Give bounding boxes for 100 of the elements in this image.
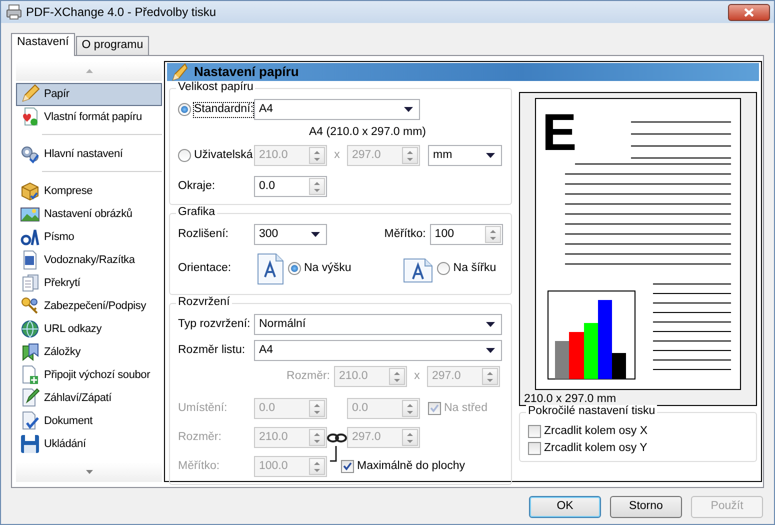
sidebar-item-label: Zabezpečení/Podpisy: [44, 300, 146, 313]
sidebar-item-label: Vodoznaky/Razítka: [44, 254, 135, 267]
sidebar-item[interactable]: Připojit výchozí soubor: [16, 364, 162, 387]
field-label: Měřítko:: [384, 228, 426, 242]
field-label: Rozměr:: [286, 370, 330, 384]
spin-button[interactable]: [309, 429, 325, 446]
radio-button[interactable]: [437, 262, 450, 276]
sidebar-item[interactable]: Papír: [16, 82, 162, 106]
sidebar-item-label: URL odkazy: [44, 322, 102, 336]
field-label: Typ rozvržení:: [178, 318, 252, 332]
link-bracket-line: [330, 446, 337, 462]
sidebar-item[interactable]: Nastavení obrázků: [16, 202, 162, 226]
radio-label[interactable]: Na výšku: [304, 262, 352, 276]
dialog-button[interactable]: Storno: [610, 496, 682, 518]
caret-up-icon: [86, 68, 92, 73]
spin-button[interactable]: [482, 368, 498, 386]
portrait-page-icon: [256, 252, 284, 285]
sidebar-item-label: Záhlaví/Zápatí: [44, 392, 112, 405]
sidebar-item-label: Dokument: [44, 414, 93, 428]
sidebar-item[interactable]: Komprese: [16, 180, 162, 203]
pencil-icon: [20, 84, 40, 104]
field-label: Rozlišení:: [178, 228, 230, 242]
sidebar-item-label: Překrytí: [44, 276, 80, 290]
spin-button[interactable]: [402, 429, 418, 446]
gears-icon: [20, 144, 40, 164]
font-icon: [20, 227, 40, 248]
pages-icon: [20, 273, 40, 294]
bookmark-icon: [20, 342, 40, 362]
sidebar-item[interactable]: Ukládání: [16, 432, 162, 456]
checkbox[interactable]: [528, 425, 541, 438]
caret-down-icon: [86, 470, 92, 474]
field-label: Rozměr listu:: [178, 344, 246, 358]
sidebar-item[interactable]: Překrytí: [16, 272, 162, 295]
close-icon: [744, 8, 754, 16]
spin-button[interactable]: [389, 368, 405, 386]
window-title: PDF-XChange 4.0 - Předvolby tisku: [26, 4, 216, 20]
radio-label[interactable]: Standardní:: [194, 102, 254, 117]
spin-button[interactable]: [309, 458, 325, 476]
page-plus-icon: [20, 365, 40, 386]
sidebar-item-label: Hlavní nastavení: [44, 148, 123, 161]
floppy-icon: [20, 434, 40, 454]
sidebar-item[interactable]: Záložky: [16, 340, 162, 364]
spin-button[interactable]: [402, 400, 418, 418]
sidebar-item-label: Papír: [44, 88, 70, 101]
sidebar-item-label: Ukládání: [44, 438, 86, 451]
checkbox[interactable]: [528, 442, 541, 455]
sidebar-item-label: Připojit výchozí soubor: [44, 368, 150, 382]
close-button[interactable]: [728, 4, 770, 20]
tab[interactable]: Nastavení: [11, 33, 75, 56]
box-icon: [20, 181, 40, 202]
page-preview-drawing: E: [535, 98, 741, 390]
number-field[interactable]: 100: [430, 224, 503, 246]
page-heart-icon: [20, 107, 40, 128]
checkbox[interactable]: [341, 460, 354, 474]
spin-button[interactable]: [485, 226, 501, 244]
caret-down-icon: [486, 153, 495, 158]
spin-button[interactable]: [309, 400, 325, 418]
page-check-icon: [20, 411, 40, 432]
dropdown[interactable]: Normální: [254, 314, 502, 336]
radio-button[interactable]: [288, 262, 301, 276]
dropdown[interactable]: A4: [254, 99, 420, 120]
sidebar-item[interactable]: Záhlaví/Zápatí: [16, 386, 162, 410]
field-label: Okraje:: [178, 180, 216, 194]
radio-label[interactable]: Na šířku: [453, 262, 496, 276]
times-sign: x: [413, 370, 421, 384]
field-label: Orientace:: [178, 262, 232, 276]
printer-icon: [6, 4, 22, 20]
spin-button[interactable]: [309, 178, 325, 196]
field-label: Umístění:: [178, 402, 228, 416]
checkbox-label[interactable]: Zrcadlit kolem osy Y: [544, 442, 648, 456]
sidebar-item[interactable]: Hlavní nastavení: [16, 142, 162, 166]
sidebar-item-label: Písmo: [44, 230, 74, 244]
radio-button[interactable]: [178, 103, 191, 116]
panel-title: Nastavení papíru: [194, 64, 299, 80]
caret-down-icon: [404, 107, 413, 112]
sidebar-item[interactable]: Písmo: [16, 226, 162, 249]
sidebar-item-label: Nastavení obrázků: [44, 208, 132, 221]
sidebar-item-label: Komprese: [44, 184, 93, 198]
group-title: Velikost papíru: [176, 80, 256, 95]
sidebar-item-label: Vlastní formát papíru: [44, 110, 142, 124]
page-pencil-icon: [20, 388, 40, 408]
sidebar-item[interactable]: Dokument: [16, 410, 162, 433]
sidebar-item[interactable]: URL odkazy: [16, 318, 162, 341]
globe-icon: [20, 319, 40, 340]
page-size-caption: 210.0 x 297.0 mm: [523, 392, 616, 406]
dropdown[interactable]: 300: [254, 224, 328, 246]
tab[interactable]: O programu: [76, 36, 150, 55]
sidebar-item[interactable]: Vlastní formát papíru: [16, 106, 162, 129]
field-label: Měřítko:: [178, 460, 221, 474]
sidebar-item[interactable]: Zabezpečení/Podpisy: [16, 294, 162, 318]
spin-button[interactable]: [402, 147, 418, 164]
times-sign: x: [333, 148, 341, 163]
number-field[interactable]: 0.0: [254, 176, 327, 198]
checkbox-label[interactable]: Maximálně do plochy: [357, 460, 466, 474]
caret-down-icon: [311, 232, 320, 238]
checkbox-label[interactable]: Zrcadlit kolem osy X: [544, 424, 648, 439]
sidebar-item[interactable]: Vodoznaky/Razítka: [16, 248, 162, 272]
dialog-button[interactable]: OK: [529, 496, 601, 518]
pencil-icon: [170, 62, 188, 81]
dropdown[interactable]: A4: [254, 340, 502, 362]
